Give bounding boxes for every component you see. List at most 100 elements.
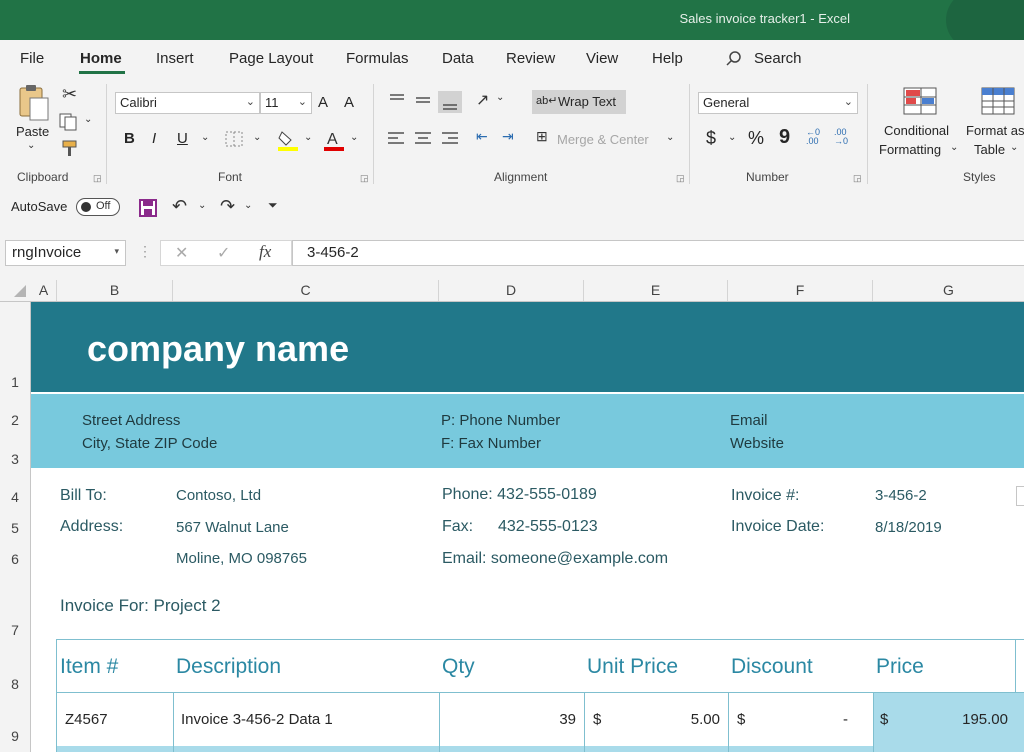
font-color-icon[interactable]: A [322,128,346,152]
cell-discount-currency[interactable]: $ [737,711,745,728]
select-all-icon[interactable] [12,284,28,298]
vertical-align-icons[interactable] [386,90,470,114]
conditional-formatting-label[interactable]: Formatting [879,142,941,157]
company-name[interactable]: company name [87,328,349,370]
invoice-number-label[interactable]: Invoice #: [731,487,799,505]
formula-input[interactable]: 3-456-2 [292,240,1024,266]
dialog-launcher-icon[interactable]: ◲ [360,173,369,184]
column-header-g[interactable]: G [873,280,1024,301]
contact-band[interactable]: Street Address City, State ZIP Code P: P… [31,392,1024,468]
percent-button[interactable]: % [748,128,764,149]
header-unit-price[interactable]: Unit Price [587,655,678,679]
dialog-launcher-icon[interactable]: ◲ [853,173,862,184]
row-header-6[interactable]: 6 [0,551,30,567]
cell-price-currency[interactable]: $ [880,711,888,728]
cell-description[interactable]: Invoice 3-456-2 Data 1 [181,711,333,728]
phone-number[interactable]: P: Phone Number [441,412,560,429]
increase-decimal-icon[interactable]: ←0.00 [806,128,820,146]
copy-icon[interactable] [58,112,80,132]
header-discount[interactable]: Discount [731,655,813,679]
insert-function-icon[interactable]: fx [259,242,271,262]
row-header-3[interactable]: 3 [0,451,30,467]
chevron-down-icon[interactable]: ⌄ [728,132,736,143]
decrease-indent-icon[interactable]: ⇤ [476,128,488,145]
chevron-down-icon[interactable]: ⌄ [244,200,252,211]
header-description[interactable]: Description [176,655,281,679]
save-icon[interactable] [138,198,158,218]
paste-icon[interactable] [16,84,52,124]
chevron-down-icon[interactable]: ⌄ [350,132,358,143]
increase-indent-icon[interactable]: ⇥ [502,128,514,145]
invoice-date[interactable]: 8/18/2019 [875,519,942,536]
format-as-table-label[interactable]: Table [974,142,1005,157]
borders-icon[interactable] [224,130,246,148]
bold-button[interactable]: B [124,130,135,147]
search-icon[interactable] [725,50,743,68]
paste-button[interactable]: Paste [16,124,49,139]
tab-help[interactable]: Help [652,50,683,67]
conditional-formatting-button[interactable]: Conditional [884,123,949,138]
horizontal-align-icons[interactable] [386,130,462,150]
tab-insert[interactable]: Insert [156,50,194,67]
bill-to-value[interactable]: Contoso, Ltd [176,487,261,504]
tab-home[interactable]: Home [80,50,122,67]
email[interactable]: Email [730,412,768,429]
autosave-toggle[interactable]: Off [76,198,120,216]
shrink-font-button[interactable]: A [344,94,354,111]
header-qty[interactable]: Qty [442,655,475,679]
chevron-down-icon[interactable]: ⌄ [304,132,312,143]
chevron-down-icon[interactable]: ⌄ [27,140,35,151]
row-header-1[interactable]: 1 [0,374,30,390]
orientation-icon[interactable]: ↗ [476,90,489,110]
row-header-9[interactable]: 9 [0,728,30,744]
cell-unit-currency[interactable]: $ [593,711,601,728]
invoice-for[interactable]: Invoice For: Project 2 [60,596,221,616]
header-item[interactable]: Item # [60,655,118,679]
column-header-a[interactable]: A [31,280,57,301]
customer-email[interactable]: Email: someone@example.com [442,550,668,568]
address-line-1[interactable]: 567 Walnut Lane [176,519,289,536]
enter-icon[interactable]: ✓ [217,243,230,263]
cell-qty[interactable]: 39 [456,711,576,728]
invoice-number[interactable]: 3-456-2 [875,487,927,504]
chevron-down-icon[interactable]: ⌄ [666,132,674,143]
format-as-table-icon[interactable] [980,86,1016,116]
cut-icon[interactable]: ✂ [62,84,77,105]
format-painter-icon[interactable] [60,138,80,158]
fax-number[interactable]: F: Fax Number [441,435,541,452]
address-line-2[interactable]: Moline, MO 098765 [176,550,307,567]
customer-fax[interactable]: 432-555-0123 [498,518,598,536]
cell-unit-price[interactable]: 5.00 [616,711,720,728]
chevron-down-icon[interactable]: ⌄ [1010,142,1018,153]
cancel-icon[interactable]: ✕ [175,243,188,263]
invoice-date-label[interactable]: Invoice Date: [731,518,824,536]
row-header-8[interactable]: 8 [0,676,30,692]
website[interactable]: Website [730,435,784,452]
italic-button[interactable]: I [152,130,156,147]
font-size-select[interactable]: 11 ⌄ [260,92,312,114]
format-as-table-button[interactable]: Format as [966,123,1024,138]
customize-toolbar-icon[interactable]: ⏷ [268,198,278,213]
cell-price[interactable]: 195.00 [896,711,1008,728]
address-label[interactable]: Address: [60,518,123,536]
column-header-f[interactable]: F [728,280,873,301]
column-header-c[interactable]: C [173,280,439,301]
tab-data[interactable]: Data [442,50,474,67]
fill-color-icon[interactable] [276,128,300,152]
row-header-2[interactable]: 2 [0,412,30,428]
merge-center-button[interactable]: Merge & Center [557,132,649,147]
chevron-down-icon[interactable]: ⌄ [84,114,92,125]
cell-discount[interactable]: - [756,711,848,728]
tab-view[interactable]: View [586,50,618,67]
redo-icon[interactable]: ↷ [220,196,235,217]
fax-label[interactable]: Fax: [442,518,473,536]
column-header-d[interactable]: D [439,280,584,301]
grow-font-button[interactable]: A [318,94,328,111]
row-header-5[interactable]: 5 [0,520,30,536]
chevron-down-icon[interactable]: ⌄ [201,132,209,143]
decrease-decimal-icon[interactable]: .00 →0 [834,128,848,146]
tab-review[interactable]: Review [506,50,555,67]
column-header-e[interactable]: E [584,280,728,301]
drag-handle-icon[interactable]: ⋮ [138,243,152,260]
customer-phone[interactable]: Phone: 432-555-0189 [442,486,597,504]
